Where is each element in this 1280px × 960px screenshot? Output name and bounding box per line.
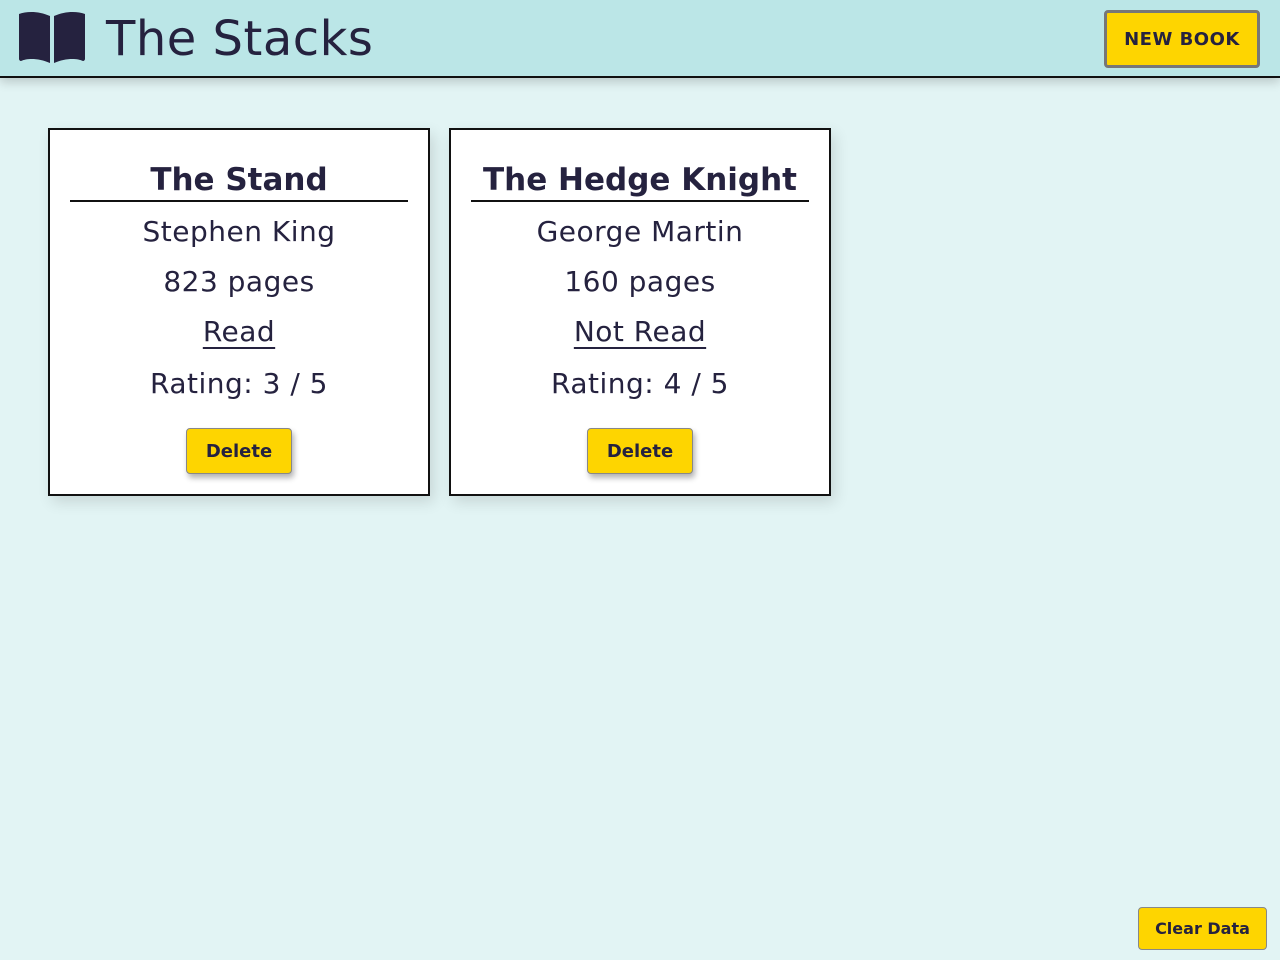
book-title: The Stand xyxy=(70,160,408,202)
app-header: The Stacks NEW BOOK xyxy=(0,0,1280,78)
library-grid: The Stand Stephen King 823 pages Read Ra… xyxy=(48,128,831,496)
clear-data-button[interactable]: Clear Data xyxy=(1138,907,1267,950)
book-pages: 823 pages xyxy=(163,265,315,298)
book-card: The Stand Stephen King 823 pages Read Ra… xyxy=(48,128,430,496)
book-status-row: Not Read xyxy=(451,314,829,350)
book-title: The Hedge Knight xyxy=(471,160,809,202)
delete-button[interactable]: Delete xyxy=(186,428,292,474)
book-status-row: Read xyxy=(50,314,428,350)
book-author: Stephen King xyxy=(142,215,336,248)
new-book-button[interactable]: NEW BOOK xyxy=(1104,10,1260,68)
app-title: The Stacks xyxy=(106,11,374,67)
book-card: The Hedge Knight George Martin 160 pages… xyxy=(449,128,831,496)
delete-button[interactable]: Delete xyxy=(587,428,693,474)
open-book-icon xyxy=(19,11,85,63)
book-rating: Rating: 4 / 5 xyxy=(551,367,729,400)
read-status-toggle[interactable]: Not Read xyxy=(574,315,706,348)
read-status-toggle[interactable]: Read xyxy=(203,315,275,348)
book-pages: 160 pages xyxy=(564,265,716,298)
book-rating: Rating: 3 / 5 xyxy=(150,367,328,400)
book-author: George Martin xyxy=(536,215,744,248)
